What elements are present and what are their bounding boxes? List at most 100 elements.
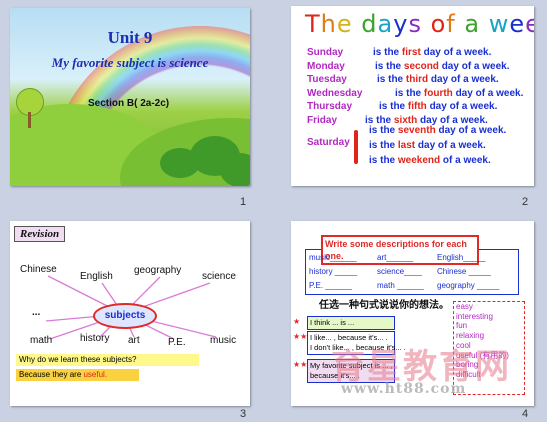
answer-text: Because they are <box>19 370 84 379</box>
slide-1-section: Section B( 2a-2c) <box>88 98 170 109</box>
title-letter: a <box>464 10 481 38</box>
sentence-pattern-box: I think ... is ... <box>307 316 395 330</box>
day-label: Sunday <box>307 47 344 58</box>
day-sentence: is the first day of a week. <box>373 47 491 58</box>
slide-number-3: 3 <box>240 408 247 420</box>
slide-2-title: The days of a week: <box>305 10 534 38</box>
slide-number-2: 2 <box>522 196 529 208</box>
sentence-part: is the <box>369 155 398 166</box>
sentence-part: of a week. <box>440 155 491 166</box>
title-letter: f <box>446 10 456 38</box>
day-label: Friday <box>307 114 338 126</box>
adjective-item: interesting <box>456 311 493 321</box>
fill-in-item: Chinese _____ <box>437 267 491 276</box>
day-sentence: is the fifth day of a week. <box>379 101 497 112</box>
title-letter: w <box>488 10 510 38</box>
fill-in-item: history _____ <box>309 267 358 276</box>
fill-in-item: P.E. ______ <box>309 281 353 290</box>
slide-4-thumbnail[interactable]: Write some descriptions for each one. mu… <box>291 221 534 406</box>
star-rating: ★★ <box>293 332 308 341</box>
ordinal-keyword: first <box>401 47 421 58</box>
star-rating: ★ <box>293 317 301 326</box>
saturday-keyword: seventh <box>397 125 436 136</box>
title-letter: y <box>393 10 409 38</box>
slide-1-title: Unit 9 <box>107 28 153 47</box>
title-letter <box>422 10 431 38</box>
saturday-keyword: last <box>397 140 416 151</box>
sentence-part: day of a week. <box>417 114 488 126</box>
slide-3-thumbnail[interactable]: Revision Chinese English geography scien… <box>10 221 250 406</box>
ordinal-keyword: fifth <box>407 101 427 112</box>
answer-keyword: useful. <box>83 370 108 379</box>
ordinal-keyword: second <box>403 60 439 72</box>
day-sentence: is the sixth day of a week. <box>365 115 488 126</box>
pattern-line: I think ... is ... <box>310 318 355 327</box>
revision-label: Revision <box>14 226 66 242</box>
word-chinese: Chinese <box>20 264 57 275</box>
slide-1-thumbnail[interactable]: Unit 9 My favorite subject is science Se… <box>10 8 250 186</box>
word-pe: P.E. <box>168 337 186 348</box>
word-ellipsis: ... <box>32 307 41 318</box>
adjective-item: fun <box>456 321 468 331</box>
ordinal-keyword: sixth <box>393 114 418 126</box>
sentence-part: day of a week. <box>415 140 486 151</box>
title-letter <box>353 10 362 38</box>
ordinal-keyword: third <box>405 74 429 85</box>
question-banner: Why do we learn these subjects? <box>16 354 199 366</box>
saturday-sentence: is the weekend of a week. <box>369 155 491 166</box>
sentence-part: day of a week. <box>435 125 507 136</box>
answer-banner: Because they are useful. <box>16 369 139 381</box>
fill-in-item: English_____ <box>437 253 486 262</box>
fill-in-item: science____ <box>377 267 422 276</box>
word-history: history <box>80 333 110 344</box>
word-science: science <box>202 271 236 282</box>
fill-in-item: math ______ <box>377 281 424 290</box>
title-letter: e <box>336 10 353 38</box>
day-sentence: is the third day of a week. <box>377 74 499 85</box>
title-letter: s <box>408 10 422 38</box>
word-art: art <box>128 335 140 346</box>
slide-1-subtitle: My favorite subject is science <box>51 55 209 70</box>
day-label-saturday: Saturday <box>307 137 350 148</box>
day-sentence: is the fourth day of a week. <box>395 88 523 99</box>
fill-in-item: geography _____ <box>437 281 500 290</box>
sentence-part: is the <box>369 125 398 136</box>
slide-number-4: 4 <box>522 408 529 420</box>
saturday-sentence: is the seventh day of a week. <box>369 125 506 136</box>
saturday-sentence: is the last day of a week. <box>369 140 486 151</box>
title-letter: h <box>320 10 337 38</box>
day-label: Wednesday <box>307 87 363 99</box>
slide-2-thumbnail[interactable]: The days of a week: Sunday is the first d… <box>291 6 534 186</box>
day-label: Tuesday <box>307 74 347 85</box>
title-letter: o <box>430 10 447 38</box>
brace-marker <box>354 130 358 164</box>
sentence-part: is the <box>373 47 402 58</box>
word-math: math <box>30 335 53 346</box>
title-letter <box>480 10 489 38</box>
sentence-part: day of a week. <box>452 87 524 99</box>
sentence-part: is the <box>379 101 408 112</box>
saturday-keyword: weekend <box>397 155 441 166</box>
sentence-part: day of a week. <box>420 47 492 58</box>
watermark-url: www.ht88.com <box>341 381 467 397</box>
sentence-part: is the <box>377 74 406 85</box>
word-geography: geography <box>134 265 182 276</box>
sentence-part: day of a week. <box>426 101 498 112</box>
bush-graphic <box>220 153 250 186</box>
fill-in-item: art______ <box>377 253 414 262</box>
instruction-text: 任选一种句式说说你的想法。 <box>319 300 449 311</box>
day-label: Thursday <box>307 101 353 112</box>
title-letter: T <box>305 10 321 38</box>
mindmap-center-subjects: subjects <box>93 303 157 329</box>
tree-trunk-graphic <box>28 112 31 128</box>
word-music: music <box>210 335 237 346</box>
fill-in-item: music______ <box>309 253 357 262</box>
adjective-item: easy <box>456 302 473 311</box>
day-sentence: is the second day of a week. <box>375 61 510 72</box>
sentence-part: is the <box>365 114 394 126</box>
day-label: Monday <box>307 60 345 72</box>
sentence-part: day of a week. <box>428 74 499 85</box>
sentence-part: is the <box>375 60 404 72</box>
word-english: English <box>80 271 113 282</box>
title-letter: e <box>509 10 526 38</box>
